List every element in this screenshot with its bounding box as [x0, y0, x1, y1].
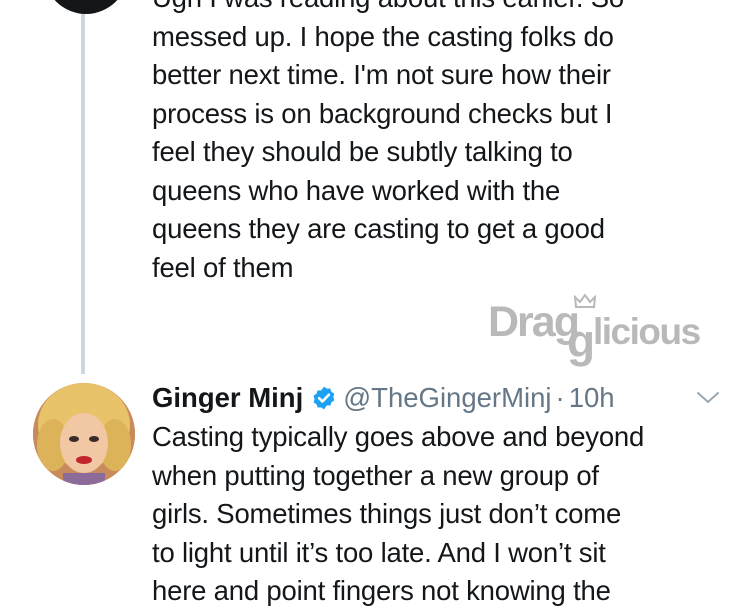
display-name[interactable]: Ginger Minj [152, 382, 303, 414]
chevron-down-icon[interactable] [696, 388, 720, 406]
avatar-portrait-icon [33, 383, 135, 485]
draglicious-watermark-logo: Drag g licious [488, 294, 728, 367]
previous-tweet-text: Ugh I was reading about this earlier. So… [152, 0, 624, 283]
user-handle[interactable]: @TheGingerMinj [343, 382, 551, 414]
reply-tweet-text: Casting typically goes above and beyond … [152, 421, 645, 606]
previous-tweet-avatar[interactable] [44, 0, 128, 14]
separator-dot: · [555, 382, 565, 413]
ginger-minj-avatar[interactable] [33, 383, 135, 485]
watermark-text-g: g [567, 315, 595, 367]
watermark-text-licious: licious [593, 311, 701, 352]
thread-connector-line [81, 0, 85, 374]
tweet-header: Ginger Minj @TheGingerMinj · 10h [152, 380, 615, 416]
crown-icon [574, 294, 596, 308]
verified-badge-icon [311, 385, 337, 411]
watermark-text-drag: Drag [488, 298, 580, 346]
tweet-timestamp[interactable]: 10h [569, 382, 615, 414]
